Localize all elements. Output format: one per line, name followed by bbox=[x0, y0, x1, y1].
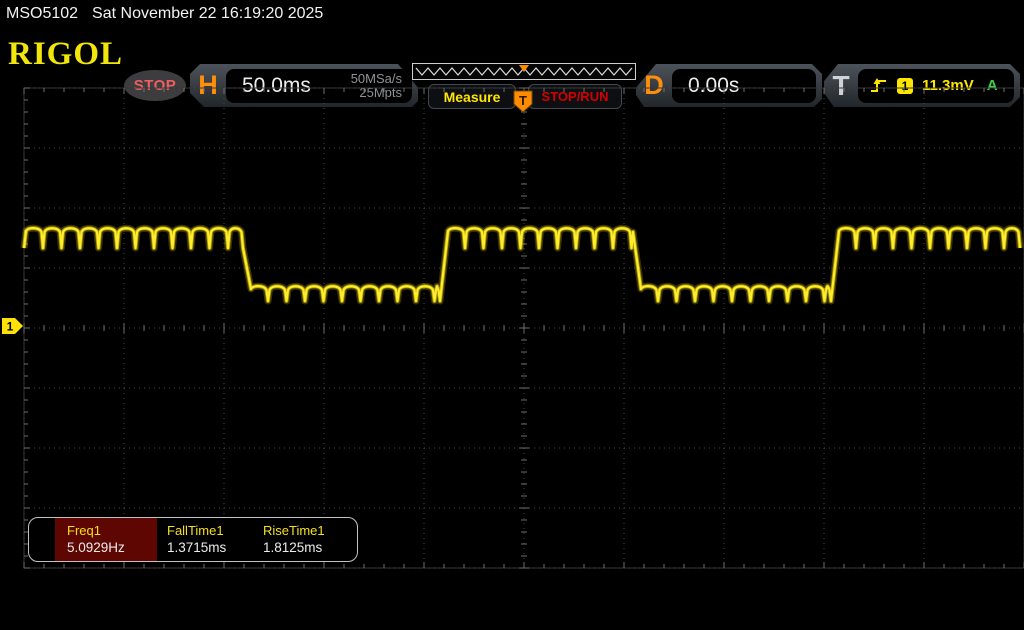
overview-trigger-marker-icon[interactable] bbox=[519, 65, 529, 72]
bottombar: 1 1.00V 0.00V 2 5.00mV -7.80mV bbox=[0, 570, 1024, 630]
svg-text:T: T bbox=[519, 93, 527, 108]
header: RIGOL STOP H 50.0ms 50MSa/s 25Mpts Measu… bbox=[0, 28, 1024, 109]
trigger-position-marker-icon[interactable]: T bbox=[513, 90, 533, 113]
measurement-results-box[interactable]: Freq1 5.0929Hz FallTime1 1.3715ms RiseTi… bbox=[28, 517, 358, 562]
sample-rate: 50MSa/s bbox=[350, 70, 402, 86]
waveform-overview-bar[interactable] bbox=[412, 63, 636, 80]
measurement-item-risetime1[interactable]: RiseTime1 1.8125ms bbox=[253, 518, 353, 561]
rigol-logo: RIGOL bbox=[8, 36, 124, 72]
datetime: Sat November 22 16:19:20 2025 bbox=[92, 5, 324, 22]
measurement-item-freq1[interactable]: Freq1 5.0929Hz bbox=[55, 518, 157, 561]
channel-1-level-marker-icon[interactable]: 1 bbox=[2, 318, 23, 334]
oscilloscope-screen: MSO5102 Sat November 22 16:19:20 2025 RI… bbox=[0, 0, 1024, 630]
svg-text:1: 1 bbox=[7, 320, 14, 334]
measurement-item-falltime1[interactable]: FallTime1 1.3715ms bbox=[157, 518, 253, 561]
waveform-display[interactable]: T1 bbox=[0, 85, 1024, 570]
model-name: MSO5102 bbox=[6, 5, 79, 22]
graticule bbox=[23, 87, 1024, 569]
titlebar: MSO5102 Sat November 22 16:19:20 2025 bbox=[0, 0, 1024, 28]
